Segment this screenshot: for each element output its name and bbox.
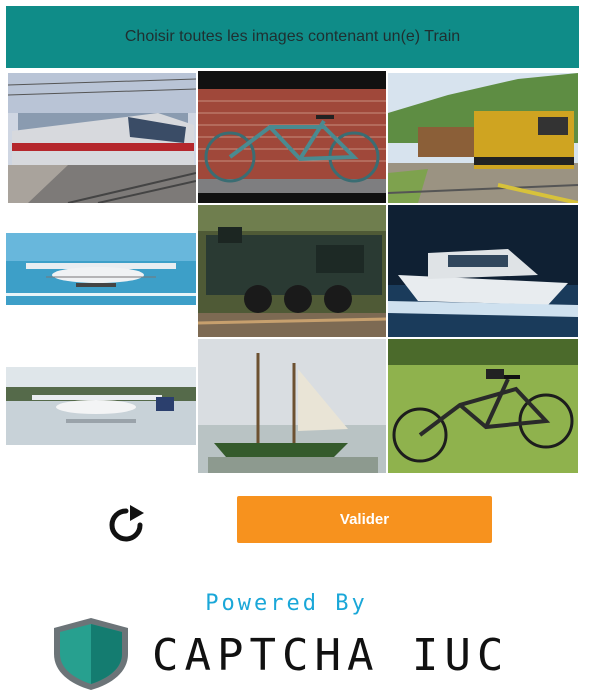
image-tile-2[interactable] <box>198 71 386 203</box>
train-image <box>8 73 196 203</box>
refresh-button[interactable] <box>98 503 154 547</box>
train-image <box>198 205 386 337</box>
refresh-icon <box>109 505 144 542</box>
image-tile-1[interactable] <box>8 73 196 203</box>
image-tile-5[interactable] <box>198 205 386 337</box>
image-tile-3[interactable] <box>388 73 578 203</box>
seaplane-image <box>6 367 196 445</box>
image-tile-7[interactable] <box>6 367 196 445</box>
captcha-header: Choisir toutes les images contenant un(e… <box>6 6 579 68</box>
bicycle-image <box>198 71 386 203</box>
bicycle-image <box>388 339 578 473</box>
image-grid <box>6 71 580 475</box>
boat-image <box>388 205 578 337</box>
brand-name: CAPTCHA IUC <box>152 630 510 681</box>
image-tile-4[interactable] <box>6 233 196 305</box>
footer-brand: CAPTCHA IUC <box>48 612 548 690</box>
sailboat-image <box>198 339 386 473</box>
shield-icon <box>54 618 128 690</box>
submit-button[interactable]: Valider <box>237 496 492 543</box>
captcha-instruction: Choisir toutes les images contenant un(e… <box>124 28 461 45</box>
image-tile-8[interactable] <box>198 339 386 473</box>
seaplane-image <box>6 233 196 305</box>
image-tile-9[interactable] <box>388 339 578 473</box>
train-image <box>388 73 578 203</box>
image-tile-6[interactable] <box>388 205 578 337</box>
